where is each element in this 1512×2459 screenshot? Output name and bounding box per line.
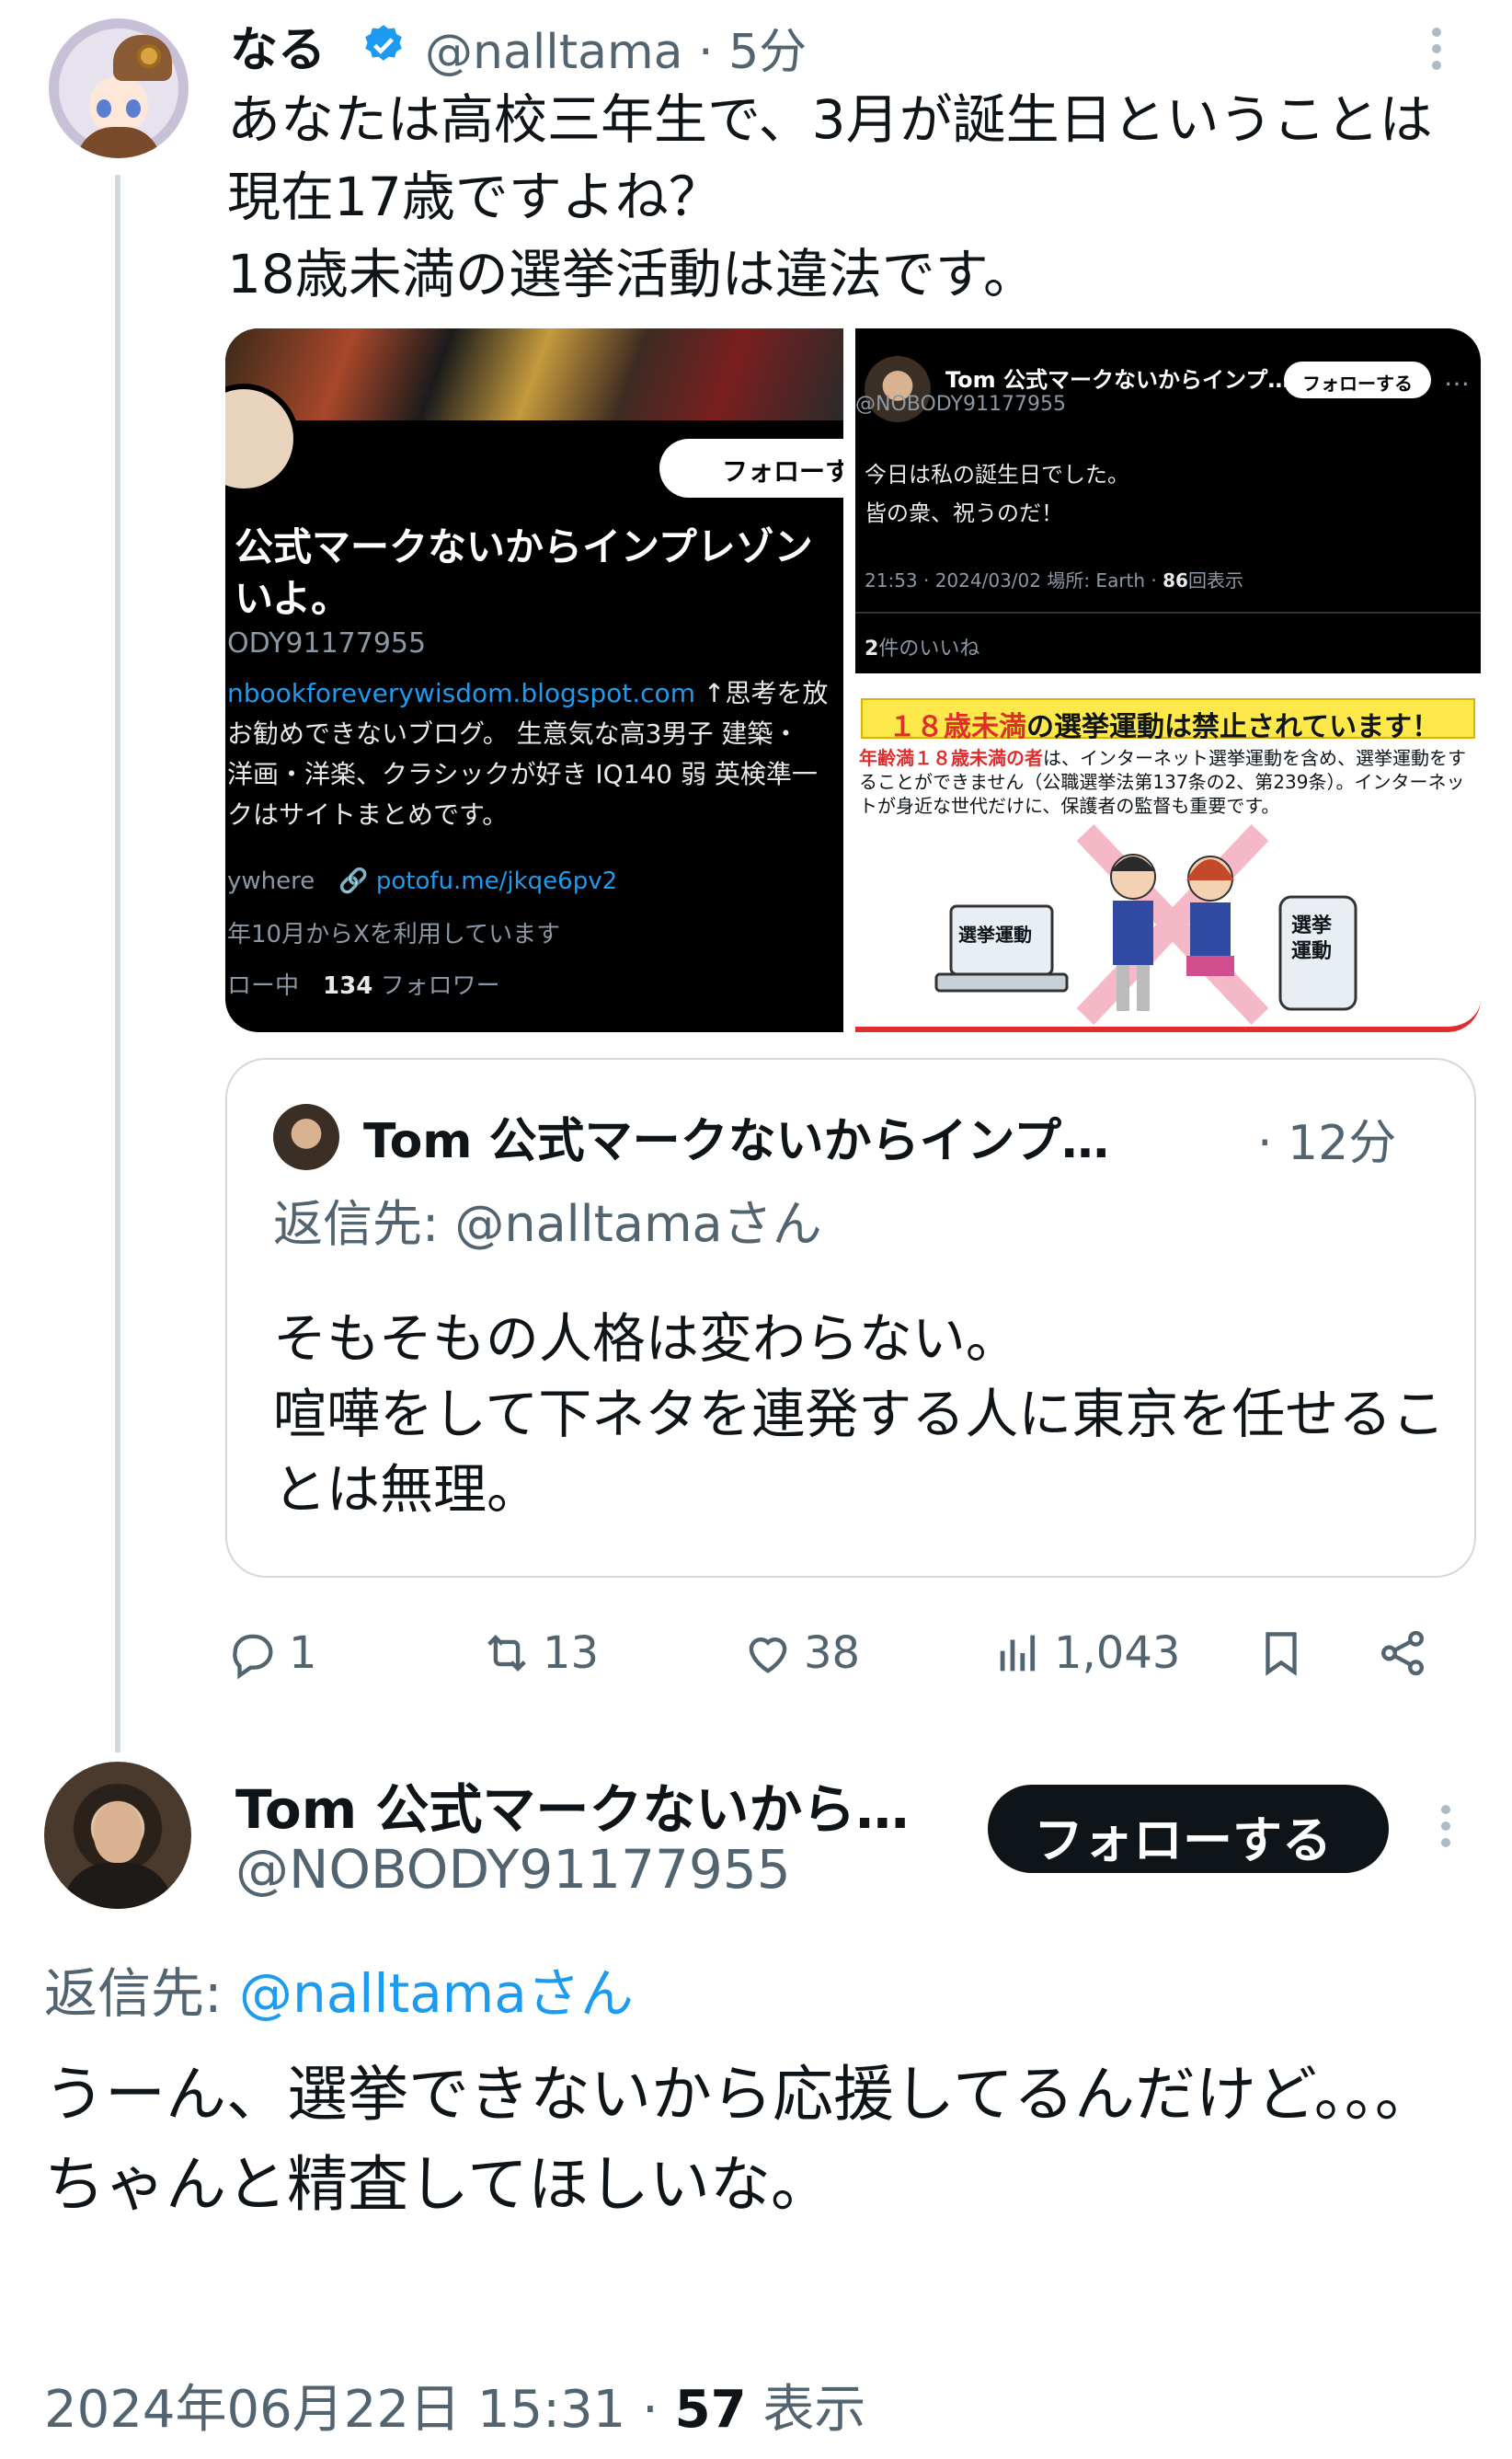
reply-to-line: 返信先: @nalltamaさん	[44, 1962, 634, 2025]
reply-button[interactable]: 1	[226, 1621, 317, 1685]
laptop-label: 選挙運動	[958, 924, 1032, 946]
view-count: 1,043	[1054, 1627, 1181, 1679]
media-image-profile-screenshot[interactable]: フォローす 公式マークないからインプレゾンいよ。 ODY91177955 nbo…	[225, 328, 843, 1032]
avatar-nobody91177955[interactable]	[44, 1762, 191, 1909]
quoted-time: · 12分	[1257, 1116, 1397, 1171]
screenshot-follow-button: フォローす	[659, 439, 843, 498]
screenshot-profile-bio: nbookforeverywisdom.blogspot.com ↑思考を放 お…	[227, 673, 843, 835]
bookmark-button[interactable]	[1254, 1621, 1308, 1685]
screenshot-author-handle: @NOBODY91177955	[855, 393, 1066, 416]
quoted-author-avatar	[273, 1104, 339, 1170]
share-button[interactable]	[1376, 1621, 1429, 1685]
screenshot-profile-follow-counts: ロー中 134 フォロワー	[227, 972, 500, 1000]
post-time[interactable]: 5分	[728, 25, 807, 80]
media-image-tweet-screenshot[interactable]: Tom 公式マークないからインプ… @NOBODY91177955 フォローする…	[855, 328, 1481, 673]
screenshot-profile-location: ywhere 🔗 potofu.me/jkqe6pv2	[227, 868, 618, 895]
like-count: 38	[804, 1627, 861, 1679]
reply-timestamp[interactable]: 2024年06月22日 15:31 ·	[44, 2380, 675, 2440]
screenshot-follow-button: フォローする	[1284, 362, 1431, 398]
screenshot-tweet-text: 今日は私の誕生日でした。 皆の衆、祝うのだ！	[865, 462, 1129, 526]
screenshot-author-name: Tom 公式マークないからインプ…	[945, 367, 1290, 393]
follow-button[interactable]: フォローする	[988, 1785, 1389, 1873]
retweet-button[interactable]: 13	[480, 1621, 599, 1685]
screenshot-profile-name: 公式マークないからインプレゾンいよ。	[235, 524, 813, 621]
more-options-icon[interactable]	[1427, 26, 1446, 72]
verified-badge-icon	[365, 25, 402, 61]
screenshot-profile-joined: 年10月からXを利用しています	[227, 921, 561, 948]
screenshot-bio-link: nbookforeverywisdom.blogspot.com	[227, 678, 695, 708]
share-icon	[1381, 1630, 1424, 1676]
author-name[interactable]: なる	[230, 11, 326, 80]
reply-timestamp-views: 2024年06月22日 15:31 · 57 表示	[44, 2380, 866, 2440]
screenshot-location-link: potofu.me/jkqe6pv2	[375, 868, 618, 895]
retweet-count: 13	[543, 1627, 600, 1679]
tweet-text: あなたは高校三年生で、3月が誕生日ということは現在17歳ですよね？ 18歳未満の…	[227, 88, 1433, 305]
thread-connector-line	[115, 175, 120, 1752]
reply-count: 1	[289, 1627, 317, 1679]
screenshot-profile-handle: ODY91177955	[227, 627, 427, 660]
screenshot-tweet-meta: 21:53 · 2024/03/02 場所: Earth · 86回表示	[865, 569, 1243, 592]
avatar-nalltama[interactable]	[49, 18, 189, 158]
like-button[interactable]: 38	[741, 1621, 860, 1685]
screenshot-divider	[855, 612, 1481, 614]
smartphone-label: 選挙 運動	[1291, 914, 1333, 963]
reply-to-link[interactable]: @nalltamaさん	[239, 1962, 634, 2025]
reply-views-count: 57	[674, 2380, 747, 2440]
quoted-tweet-card[interactable]: Tom 公式マークないからインプ… · 12分 返信先: @nalltamaさん…	[225, 1058, 1476, 1578]
quoted-reply-to: 返信先: @nalltamaさん	[273, 1195, 822, 1253]
laptop-icon	[934, 904, 1069, 993]
reply-icon	[233, 1634, 273, 1680]
quoted-author-name: Tom 公式マークないからインプ…	[363, 1114, 1110, 1169]
poster-title: １８歳未満の選挙運動は禁止されています！	[888, 711, 1440, 743]
reply-author-handle[interactable]: @NOBODY91177955	[235, 1838, 791, 1901]
profile-banner	[225, 328, 843, 420]
heart-icon	[749, 1637, 787, 1673]
poster-text: 年齢満１８歳未満の者は、インターネット選挙運動を含め、選挙運動をすることができま…	[859, 747, 1466, 817]
students-illustration-icon	[1076, 824, 1269, 1025]
screenshot-likes: 2件のいいね	[865, 638, 980, 661]
views-button[interactable]: 1,043	[991, 1621, 1180, 1685]
author-handle[interactable]: @nalltama	[425, 25, 683, 80]
author-handle-time: @nalltama · 5分	[425, 25, 808, 80]
reply-author-name[interactable]: Tom 公式マークないから…	[235, 1766, 909, 1844]
analytics-icon	[1000, 1635, 1036, 1672]
retweet-icon	[487, 1635, 526, 1672]
reply-more-options-icon[interactable]	[1437, 1803, 1455, 1849]
screenshot-more-icon: …	[1444, 362, 1470, 392]
quoted-tweet-text: そもそもの人格は変わらない。 喧嘩をして下ネタを連発する人に東京を任せることは無…	[273, 1307, 1446, 1521]
reply-tweet-text: うーん、選挙できないから応援してるんだけど。。。 ちゃんと精査してほしいな。	[44, 2059, 1436, 2220]
media-image-election-poster[interactable]: １８歳未満の選挙運動は禁止されています！ 年齢満１８歳未満の者は、インターネット…	[855, 685, 1481, 1032]
bookmark-icon	[1266, 1632, 1297, 1676]
